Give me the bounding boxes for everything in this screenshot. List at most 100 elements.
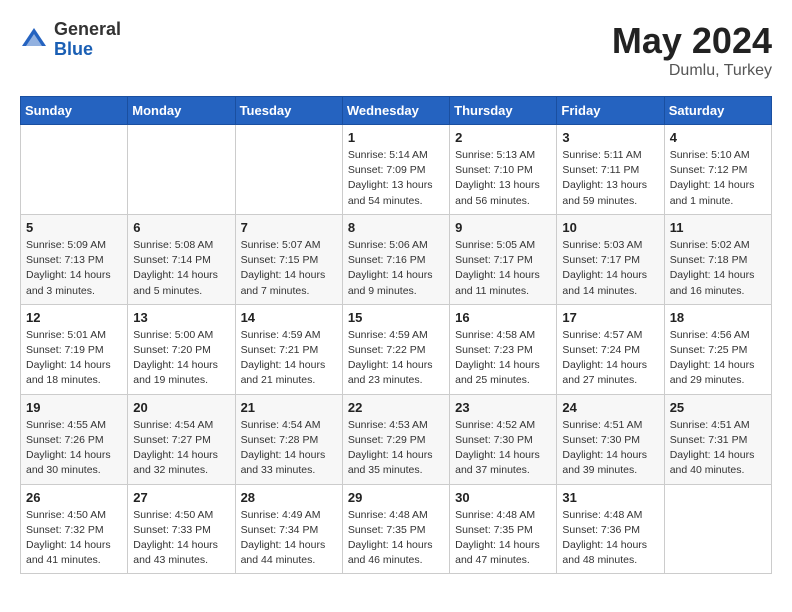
sunset-text: Sunset: 7:31 PM [670, 434, 748, 446]
sunrise-text: Sunrise: 5:03 AM [562, 239, 642, 251]
day-info: Sunrise: 4:54 AMSunset: 7:27 PMDaylight:… [133, 418, 229, 479]
day-info: Sunrise: 4:51 AMSunset: 7:31 PMDaylight:… [670, 418, 766, 479]
table-row: 3Sunrise: 5:11 AMSunset: 7:11 PMDaylight… [557, 125, 664, 215]
header-sunday: Sunday [21, 97, 128, 125]
day-info: Sunrise: 5:06 AMSunset: 7:16 PMDaylight:… [348, 238, 444, 299]
sunrise-text: Sunrise: 4:48 AM [562, 509, 642, 521]
day-info: Sunrise: 4:55 AMSunset: 7:26 PMDaylight:… [26, 418, 122, 479]
daylight-text: Daylight: 13 hours and 54 minutes. [348, 179, 433, 206]
table-row: 23Sunrise: 4:52 AMSunset: 7:30 PMDayligh… [450, 394, 557, 484]
sunrise-text: Sunrise: 4:55 AM [26, 419, 106, 431]
sunrise-text: Sunrise: 5:10 AM [670, 149, 750, 161]
table-row: 14Sunrise: 4:59 AMSunset: 7:21 PMDayligh… [235, 304, 342, 394]
table-row: 6Sunrise: 5:08 AMSunset: 7:14 PMDaylight… [128, 214, 235, 304]
sunset-text: Sunset: 7:18 PM [670, 254, 748, 266]
table-row: 15Sunrise: 4:59 AMSunset: 7:22 PMDayligh… [342, 304, 449, 394]
daylight-text: Daylight: 14 hours and 32 minutes. [133, 449, 218, 476]
daylight-text: Daylight: 14 hours and 29 minutes. [670, 359, 755, 386]
sunset-text: Sunset: 7:24 PM [562, 344, 640, 356]
title-month-year: May 2024 [612, 20, 772, 62]
daylight-text: Daylight: 14 hours and 7 minutes. [241, 269, 326, 296]
table-row [21, 125, 128, 215]
sunrise-text: Sunrise: 4:49 AM [241, 509, 321, 521]
sunset-text: Sunset: 7:17 PM [562, 254, 640, 266]
day-number: 17 [562, 310, 658, 325]
header-saturday: Saturday [664, 97, 771, 125]
day-number: 20 [133, 400, 229, 415]
sunrise-text: Sunrise: 4:54 AM [133, 419, 213, 431]
sunrise-text: Sunrise: 4:57 AM [562, 329, 642, 341]
day-info: Sunrise: 4:51 AMSunset: 7:30 PMDaylight:… [562, 418, 658, 479]
day-info: Sunrise: 4:48 AMSunset: 7:35 PMDaylight:… [348, 508, 444, 569]
sunset-text: Sunset: 7:15 PM [241, 254, 319, 266]
daylight-text: Daylight: 14 hours and 39 minutes. [562, 449, 647, 476]
sunset-text: Sunset: 7:10 PM [455, 164, 533, 176]
day-number: 24 [562, 400, 658, 415]
day-info: Sunrise: 5:10 AMSunset: 7:12 PMDaylight:… [670, 148, 766, 209]
sunset-text: Sunset: 7:34 PM [241, 524, 319, 536]
table-row: 17Sunrise: 4:57 AMSunset: 7:24 PMDayligh… [557, 304, 664, 394]
sunrise-text: Sunrise: 4:58 AM [455, 329, 535, 341]
day-number: 1 [348, 130, 444, 145]
day-number: 14 [241, 310, 337, 325]
table-row [128, 125, 235, 215]
sunset-text: Sunset: 7:26 PM [26, 434, 104, 446]
table-row: 22Sunrise: 4:53 AMSunset: 7:29 PMDayligh… [342, 394, 449, 484]
sunset-text: Sunset: 7:35 PM [455, 524, 533, 536]
day-info: Sunrise: 4:56 AMSunset: 7:25 PMDaylight:… [670, 328, 766, 389]
logo: General Blue [20, 20, 121, 60]
sunset-text: Sunset: 7:35 PM [348, 524, 426, 536]
day-number: 15 [348, 310, 444, 325]
daylight-text: Daylight: 14 hours and 33 minutes. [241, 449, 326, 476]
day-info: Sunrise: 5:14 AMSunset: 7:09 PMDaylight:… [348, 148, 444, 209]
sunrise-text: Sunrise: 4:51 AM [562, 419, 642, 431]
daylight-text: Daylight: 14 hours and 5 minutes. [133, 269, 218, 296]
logo-icon [20, 26, 48, 54]
sunset-text: Sunset: 7:14 PM [133, 254, 211, 266]
sunset-text: Sunset: 7:13 PM [26, 254, 104, 266]
sunset-text: Sunset: 7:32 PM [26, 524, 104, 536]
day-info: Sunrise: 5:01 AMSunset: 7:19 PMDaylight:… [26, 328, 122, 389]
calendar-table: Sunday Monday Tuesday Wednesday Thursday… [20, 96, 772, 574]
day-number: 11 [670, 220, 766, 235]
day-info: Sunrise: 4:48 AMSunset: 7:35 PMDaylight:… [455, 508, 551, 569]
day-info: Sunrise: 4:48 AMSunset: 7:36 PMDaylight:… [562, 508, 658, 569]
table-row: 21Sunrise: 4:54 AMSunset: 7:28 PMDayligh… [235, 394, 342, 484]
daylight-text: Daylight: 14 hours and 14 minutes. [562, 269, 647, 296]
table-row: 5Sunrise: 5:09 AMSunset: 7:13 PMDaylight… [21, 214, 128, 304]
day-info: Sunrise: 5:00 AMSunset: 7:20 PMDaylight:… [133, 328, 229, 389]
daylight-text: Daylight: 14 hours and 25 minutes. [455, 359, 540, 386]
day-info: Sunrise: 4:50 AMSunset: 7:33 PMDaylight:… [133, 508, 229, 569]
daylight-text: Daylight: 13 hours and 56 minutes. [455, 179, 540, 206]
sunrise-text: Sunrise: 5:14 AM [348, 149, 428, 161]
page-header: General Blue May 2024 Dumlu, Turkey [20, 20, 772, 80]
header-monday: Monday [128, 97, 235, 125]
sunrise-text: Sunrise: 4:50 AM [133, 509, 213, 521]
table-row: 29Sunrise: 4:48 AMSunset: 7:35 PMDayligh… [342, 484, 449, 574]
header-friday: Friday [557, 97, 664, 125]
logo-general: General [54, 20, 121, 40]
sunset-text: Sunset: 7:19 PM [26, 344, 104, 356]
table-row [235, 125, 342, 215]
calendar-week-row: 26Sunrise: 4:50 AMSunset: 7:32 PMDayligh… [21, 484, 772, 574]
day-number: 18 [670, 310, 766, 325]
day-info: Sunrise: 4:49 AMSunset: 7:34 PMDaylight:… [241, 508, 337, 569]
daylight-text: Daylight: 14 hours and 1 minute. [670, 179, 755, 206]
calendar-week-row: 1 Sunrise: 5:14 AMSunset: 7:09 PMDaylight… [21, 125, 772, 215]
table-row: 27Sunrise: 4:50 AMSunset: 7:33 PMDayligh… [128, 484, 235, 574]
day-number: 28 [241, 490, 337, 505]
sunrise-text: Sunrise: 4:51 AM [670, 419, 750, 431]
day-number: 13 [133, 310, 229, 325]
header-thursday: Thursday [450, 97, 557, 125]
day-number: 30 [455, 490, 551, 505]
sunset-text: Sunset: 7:29 PM [348, 434, 426, 446]
sunset-text: Sunset: 7:16 PM [348, 254, 426, 266]
sunrise-text: Sunrise: 4:53 AM [348, 419, 428, 431]
sunset-text: Sunset: 7:21 PM [241, 344, 319, 356]
day-info: Sunrise: 4:53 AMSunset: 7:29 PMDaylight:… [348, 418, 444, 479]
table-row: 10Sunrise: 5:03 AMSunset: 7:17 PMDayligh… [557, 214, 664, 304]
daylight-text: Daylight: 14 hours and 37 minutes. [455, 449, 540, 476]
header-wednesday: Wednesday [342, 97, 449, 125]
daylight-text: Daylight: 14 hours and 18 minutes. [26, 359, 111, 386]
daylight-text: Daylight: 14 hours and 11 minutes. [455, 269, 540, 296]
